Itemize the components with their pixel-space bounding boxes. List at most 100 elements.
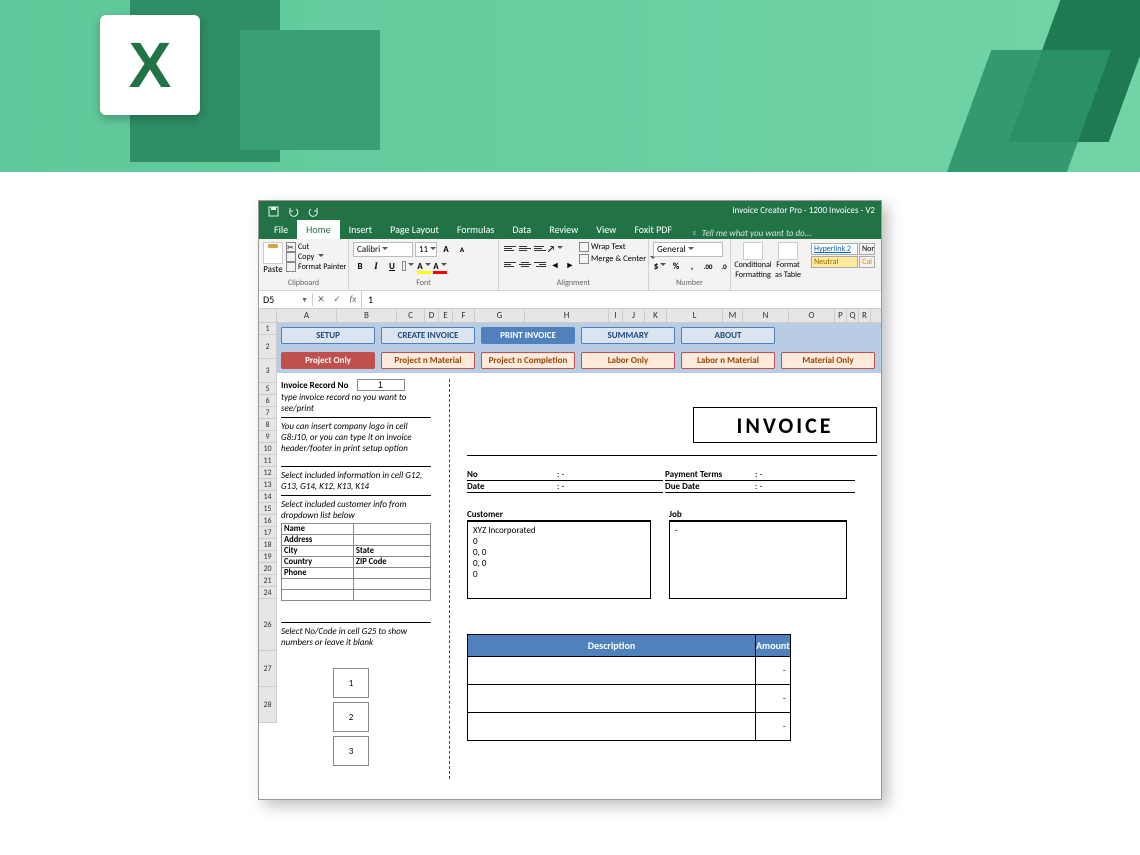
macro-button-create-invoice[interactable]: CREATE INVOICE xyxy=(381,327,475,344)
tab-home[interactable]: Home xyxy=(297,220,339,239)
column-header[interactable]: K xyxy=(645,309,667,322)
table-row[interactable]: - xyxy=(468,685,791,713)
style-hyperlink2[interactable]: Hyperlink 2 xyxy=(811,243,858,255)
tab-page-layout[interactable]: Page Layout xyxy=(381,220,448,239)
cancel-icon[interactable]: ✕ xyxy=(313,291,329,309)
enter-icon[interactable]: ✓ xyxy=(329,291,345,309)
merge-center-button[interactable]: Merge & Center xyxy=(579,254,656,264)
increase-decimal-button[interactable]: .00 xyxy=(701,259,715,273)
paste-button[interactable]: Paste xyxy=(263,242,283,275)
column-header[interactable]: D xyxy=(425,309,439,322)
decrease-indent-button[interactable]: ◄ xyxy=(548,258,562,272)
tab-insert[interactable]: Insert xyxy=(340,220,382,239)
percent-button[interactable]: % xyxy=(669,259,683,273)
tab-view[interactable]: View xyxy=(587,220,625,239)
field-address[interactable]: Address xyxy=(282,535,354,546)
row-header[interactable]: 5 xyxy=(259,383,276,395)
macro-button-labor-only[interactable]: Labor Only xyxy=(581,352,675,369)
row-header[interactable]: 1 xyxy=(259,323,276,335)
style-neutral[interactable]: Neutral xyxy=(811,256,858,268)
comma-button[interactable]: , xyxy=(685,259,699,273)
align-bottom-button[interactable] xyxy=(533,242,547,254)
orientation-button[interactable]: ↗ xyxy=(548,242,562,256)
underline-button[interactable]: U xyxy=(385,259,399,273)
row-header[interactable]: 13 xyxy=(259,479,276,491)
tab-foxit-pdf[interactable]: Foxit PDF xyxy=(625,220,681,239)
select-all-corner[interactable] xyxy=(259,309,277,322)
field-state[interactable]: State xyxy=(353,546,430,557)
column-header[interactable]: B xyxy=(337,309,397,322)
conditional-formatting-button[interactable]: Conditional Formatting xyxy=(735,242,771,280)
tell-me-search[interactable]: ♀ Tell me what you want to do... xyxy=(691,228,812,239)
macro-button-project-only[interactable]: Project Only xyxy=(281,352,375,369)
column-header[interactable]: N xyxy=(743,309,789,322)
column-header[interactable]: Q xyxy=(847,309,859,322)
column-header[interactable]: R xyxy=(859,309,871,322)
undo-icon[interactable] xyxy=(286,204,300,218)
row-header[interactable]: 28 xyxy=(259,687,276,723)
italic-button[interactable]: I xyxy=(369,259,383,273)
column-header[interactable]: I xyxy=(609,309,623,322)
macro-button-project-n-completion[interactable]: Project n Completion xyxy=(481,352,575,369)
tab-data[interactable]: Data xyxy=(503,220,540,239)
row-header[interactable]: 2 xyxy=(259,335,276,359)
decrease-decimal-button[interactable]: .0 xyxy=(717,259,731,273)
macro-button-labor-n-material[interactable]: Labor n Material xyxy=(681,352,775,369)
field-country[interactable]: Country xyxy=(282,557,354,568)
format-as-table-button[interactable]: Format as Table xyxy=(773,242,803,280)
row-header[interactable]: 16 xyxy=(259,515,276,527)
row-header[interactable]: 18 xyxy=(259,539,276,551)
font-name-dropdown[interactable]: Calibri xyxy=(353,242,413,257)
tab-file[interactable]: File xyxy=(265,220,297,239)
row-header[interactable]: 9 xyxy=(259,431,276,443)
format-painter-button[interactable]: Format Painter xyxy=(285,262,347,272)
align-top-button[interactable] xyxy=(503,242,517,254)
column-header[interactable]: E xyxy=(439,309,453,322)
row-header[interactable]: 11 xyxy=(259,455,276,467)
field-name[interactable]: Name xyxy=(282,524,354,535)
style-calculation[interactable]: Cal xyxy=(859,256,875,268)
formula-input[interactable]: 1 xyxy=(362,293,881,306)
row-header[interactable]: 7 xyxy=(259,407,276,419)
save-icon[interactable] xyxy=(266,204,280,218)
align-center-button[interactable] xyxy=(518,258,532,270)
macro-button-project-n-material[interactable]: Project n Material xyxy=(381,352,475,369)
field-phone[interactable]: Phone xyxy=(282,568,354,579)
sheet-grid[interactable]: ABCDEFGHIJKLMNOPQR 123567891011121314151… xyxy=(259,309,881,799)
decrease-font-button[interactable]: A xyxy=(455,243,469,257)
column-header[interactable]: P xyxy=(835,309,847,322)
row-header[interactable]: 14 xyxy=(259,491,276,503)
row-header[interactable]: 10 xyxy=(259,443,276,455)
row-header[interactable]: 3 xyxy=(259,359,276,383)
row-header[interactable]: 20 xyxy=(259,563,276,575)
field-zip[interactable]: ZIP Code xyxy=(353,557,430,568)
align-middle-button[interactable] xyxy=(518,242,532,254)
wrap-text-button[interactable]: Wrap Text xyxy=(579,242,656,252)
macro-button-summary[interactable]: SUMMARY xyxy=(581,327,675,344)
row-header[interactable]: 12 xyxy=(259,467,276,479)
column-header[interactable]: L xyxy=(667,309,723,322)
align-left-button[interactable] xyxy=(503,258,517,270)
row-header[interactable]: 17 xyxy=(259,527,276,539)
row-header[interactable]: 19 xyxy=(259,551,276,563)
accounting-format-button[interactable]: $ xyxy=(653,259,667,273)
column-header[interactable]: M xyxy=(723,309,743,322)
column-header[interactable]: O xyxy=(789,309,835,322)
fill-color-button[interactable]: A xyxy=(417,259,431,273)
font-size-dropdown[interactable]: 11 xyxy=(415,242,437,257)
name-box[interactable]: D5▼ xyxy=(259,293,313,306)
border-button[interactable] xyxy=(401,259,415,273)
row-header[interactable]: 24 xyxy=(259,587,276,599)
column-header[interactable]: C xyxy=(397,309,425,322)
row-header[interactable]: 8 xyxy=(259,419,276,431)
qat-customize-icon[interactable] xyxy=(326,204,332,218)
invoice-record-input[interactable] xyxy=(357,379,405,391)
column-header[interactable]: A xyxy=(277,309,337,322)
align-right-button[interactable] xyxy=(533,258,547,270)
macro-button-material-only[interactable]: Material Only xyxy=(781,352,875,369)
table-row[interactable]: - xyxy=(468,713,791,741)
bold-button[interactable]: B xyxy=(353,259,367,273)
column-header[interactable]: H xyxy=(525,309,609,322)
row-header[interactable]: 26 xyxy=(259,599,276,651)
macro-button-setup[interactable]: SETUP xyxy=(281,327,375,344)
